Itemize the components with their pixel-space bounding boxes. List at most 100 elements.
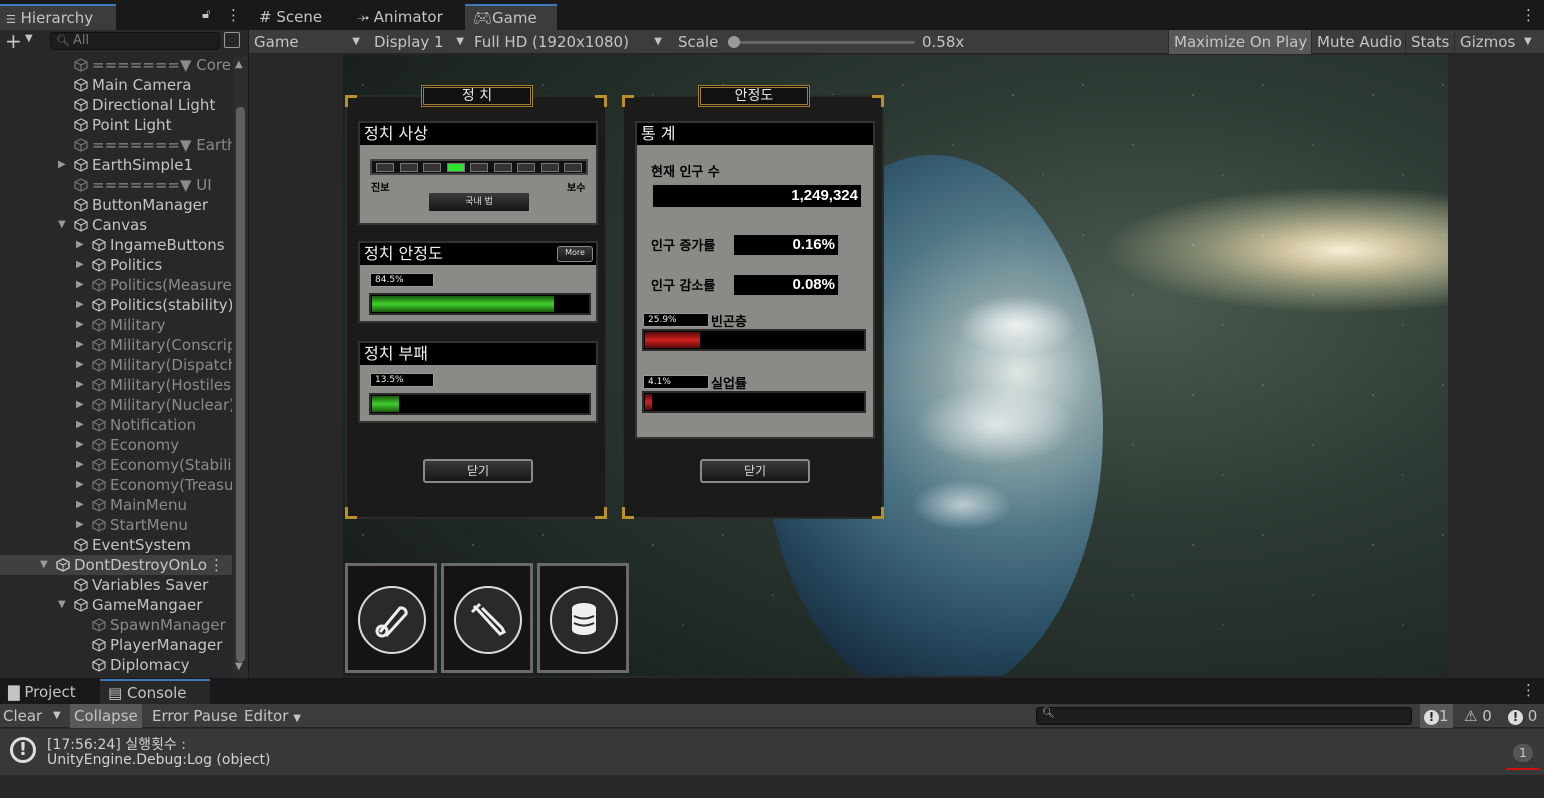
expand-arrow-icon[interactable]: ▶ bbox=[76, 435, 84, 455]
stats-close-button[interactable]: 닫기 bbox=[700, 459, 810, 483]
tab-hierarchy[interactable]: ☰ Hierarchy bbox=[0, 4, 116, 30]
console-entry[interactable]: ! [17:56:24] 실행횟수 : UnityEngine.Debug:Lo… bbox=[0, 729, 1544, 775]
display-dropdown[interactable]: Display 1 ▼ bbox=[374, 30, 466, 54]
expand-arrow-icon[interactable]: ▶ bbox=[76, 315, 84, 335]
hierarchy-item[interactable]: ▶ Notification bbox=[0, 415, 232, 435]
hierarchy-item[interactable]: Variables Saver bbox=[0, 575, 232, 595]
scene-visibility-icon[interactable] bbox=[224, 32, 240, 48]
hierarchy-item[interactable]: =======▼ UI bbox=[0, 175, 232, 195]
gizmos-button[interactable]: Gizmos bbox=[1454, 30, 1520, 54]
collapse-arrow-icon[interactable]: ▼ bbox=[58, 215, 66, 235]
tab-console[interactable]: ▤ Console bbox=[100, 679, 210, 705]
hierarchy-item[interactable]: ▶ Military bbox=[0, 315, 232, 335]
domestic-law-button[interactable]: 국내 법 bbox=[427, 191, 531, 213]
scale-slider-thumb[interactable] bbox=[728, 36, 740, 48]
hierarchy-item[interactable]: =======▼ Core bbox=[0, 55, 232, 75]
error-pause-button[interactable]: Error Pause bbox=[149, 704, 240, 728]
expand-arrow-icon[interactable]: ▶ bbox=[76, 255, 84, 275]
economy-menu-button[interactable] bbox=[537, 563, 629, 673]
hierarchy-item[interactable]: ▶ Military(Nuclear) bbox=[0, 395, 232, 415]
hierarchy-item[interactable]: Main Camera bbox=[0, 75, 232, 95]
hierarchy-item[interactable]: SpawnManager bbox=[0, 615, 232, 635]
hierarchy-item[interactable]: ▶ MainMenu bbox=[0, 495, 232, 515]
scroll-down-icon[interactable]: ▼ bbox=[235, 661, 243, 672]
info-toggle[interactable]: ! 1 bbox=[1420, 704, 1453, 728]
hierarchy-item[interactable]: ▶ Politics(Measure bbox=[0, 275, 232, 295]
tab-game-label: Game bbox=[492, 9, 537, 27]
expand-arrow-icon[interactable]: ▶ bbox=[76, 455, 84, 475]
hierarchy-item[interactable]: ▼ DontDestroyOnLo ⋮ bbox=[0, 555, 232, 575]
hierarchy-item[interactable]: =======▼ Earth bbox=[0, 135, 232, 155]
expand-arrow-icon[interactable]: ▶ bbox=[76, 275, 84, 295]
hierarchy-item[interactable]: ▶ Military(Dispatch bbox=[0, 355, 232, 375]
expand-arrow-icon[interactable]: ▶ bbox=[76, 335, 84, 355]
expand-arrow-icon[interactable]: ▶ bbox=[76, 415, 84, 435]
expand-arrow-icon[interactable]: ▶ bbox=[76, 395, 84, 415]
hierarchy-item[interactable]: ▶ Economy(Stabili bbox=[0, 455, 232, 475]
expand-arrow-icon[interactable]: ▶ bbox=[76, 475, 84, 495]
kebab-menu-icon[interactable]: ⋮ bbox=[226, 6, 241, 24]
collapse-button[interactable]: Collapse bbox=[70, 704, 142, 728]
console-search-input[interactable]: 🔍︎ bbox=[1036, 707, 1412, 725]
warning-toggle[interactable]: ⚠ 0 bbox=[1461, 704, 1495, 728]
tab-animator[interactable]: ⤞ Animator bbox=[349, 4, 451, 30]
mute-audio-button[interactable]: Mute Audio bbox=[1311, 30, 1407, 54]
politics-menu-button[interactable] bbox=[345, 563, 437, 673]
tab-project[interactable]: ▇ Project bbox=[0, 679, 84, 705]
add-button[interactable]: + bbox=[5, 30, 22, 52]
hierarchy-item[interactable]: ▶ Economy(Treasu bbox=[0, 475, 232, 495]
expand-arrow-icon[interactable]: ▶ bbox=[76, 515, 84, 535]
collapse-arrow-icon[interactable]: ▼ bbox=[58, 595, 66, 615]
hierarchy-item[interactable]: ▼ Canvas bbox=[0, 215, 232, 235]
resolution-dropdown[interactable]: Full HD (1920x1080) ▼ bbox=[474, 30, 664, 54]
hierarchy-item[interactable]: ▶ StartMenu bbox=[0, 515, 232, 535]
expand-arrow-icon[interactable]: ▶ bbox=[76, 295, 84, 315]
scale-slider[interactable] bbox=[728, 36, 915, 48]
hierarchy-item[interactable]: ▶ Politics bbox=[0, 255, 232, 275]
hierarchy-item[interactable]: ▶ Economy bbox=[0, 435, 232, 455]
hierarchy-item[interactable]: EventSystem bbox=[0, 535, 232, 555]
scroll-up-icon[interactable]: ▲ bbox=[235, 59, 243, 70]
editor-dropdown[interactable]: Editor ▼ bbox=[241, 704, 304, 728]
chevron-down-icon[interactable]: ▼ bbox=[1524, 30, 1532, 54]
military-menu-button[interactable] bbox=[441, 563, 533, 673]
maximize-on-play-button[interactable]: Maximize On Play bbox=[1168, 30, 1313, 54]
hierarchy-item[interactable]: PlayerManager bbox=[0, 635, 232, 655]
hierarchy-item[interactable]: ▶ Military(Hostiles bbox=[0, 375, 232, 395]
kebab-menu-icon[interactable]: ⋮ bbox=[209, 555, 224, 575]
hierarchy-item[interactable]: ButtonManager bbox=[0, 195, 232, 215]
hierarchy-item[interactable]: ▼ GameMangaer bbox=[0, 595, 232, 615]
game-mode-dropdown[interactable]: Game ▼ bbox=[254, 30, 362, 54]
game-viewport[interactable]: 정 치 정치 사상 진보 보수 국내 법 정치 안정도 More 84.5% 정… bbox=[343, 55, 1448, 676]
hierarchy-item[interactable]: Diplomacy bbox=[0, 655, 232, 675]
hierarchy-item[interactable]: ▶ EarthSimple1 bbox=[0, 155, 232, 175]
expand-arrow-icon[interactable]: ▶ bbox=[76, 235, 84, 255]
lock-icon[interactable]: 🔓︎ bbox=[202, 7, 210, 22]
hierarchy-scrollbar[interactable]: ▲ ▼ bbox=[233, 55, 248, 678]
politics-close-button[interactable]: 닫기 bbox=[423, 459, 533, 483]
search-input[interactable]: 🔍︎ All bbox=[50, 32, 220, 50]
tab-game[interactable]: 🎮︎Game bbox=[465, 4, 557, 30]
kebab-menu-icon[interactable]: ⋮ bbox=[1521, 681, 1536, 699]
chevron-down-icon[interactable]: ▼ bbox=[25, 33, 33, 44]
hierarchy-item[interactable]: Directional Light bbox=[0, 95, 232, 115]
clear-button[interactable]: Clear bbox=[0, 704, 45, 728]
expand-arrow-icon[interactable]: ▶ bbox=[76, 355, 84, 375]
stats-button[interactable]: Stats bbox=[1405, 30, 1454, 54]
expand-arrow-icon[interactable]: ▶ bbox=[58, 155, 66, 175]
hierarchy-item[interactable]: Point Light bbox=[0, 115, 232, 135]
hierarchy-item[interactable]: ▶ Politics(stability) bbox=[0, 295, 232, 315]
hierarchy-item[interactable]: ▶ Military(Conscrip bbox=[0, 335, 232, 355]
chevron-down-icon[interactable]: ▼ bbox=[50, 704, 64, 728]
gameobject-icon bbox=[92, 378, 106, 392]
kebab-menu-icon[interactable]: ⋮ bbox=[1521, 6, 1536, 24]
tab-scene[interactable]: # Scene bbox=[251, 4, 330, 30]
more-button[interactable]: More bbox=[557, 246, 593, 262]
expand-arrow-icon[interactable]: ▶ bbox=[76, 375, 84, 395]
expand-arrow-icon[interactable]: ▶ bbox=[76, 495, 84, 515]
error-toggle[interactable]: ! 0 bbox=[1505, 704, 1540, 728]
warning-count: 0 bbox=[1482, 707, 1492, 725]
collapse-arrow-icon[interactable]: ▼ bbox=[40, 555, 48, 575]
hierarchy-item[interactable]: ▶ IngameButtons bbox=[0, 235, 232, 255]
scrollbar-thumb[interactable] bbox=[236, 107, 245, 662]
